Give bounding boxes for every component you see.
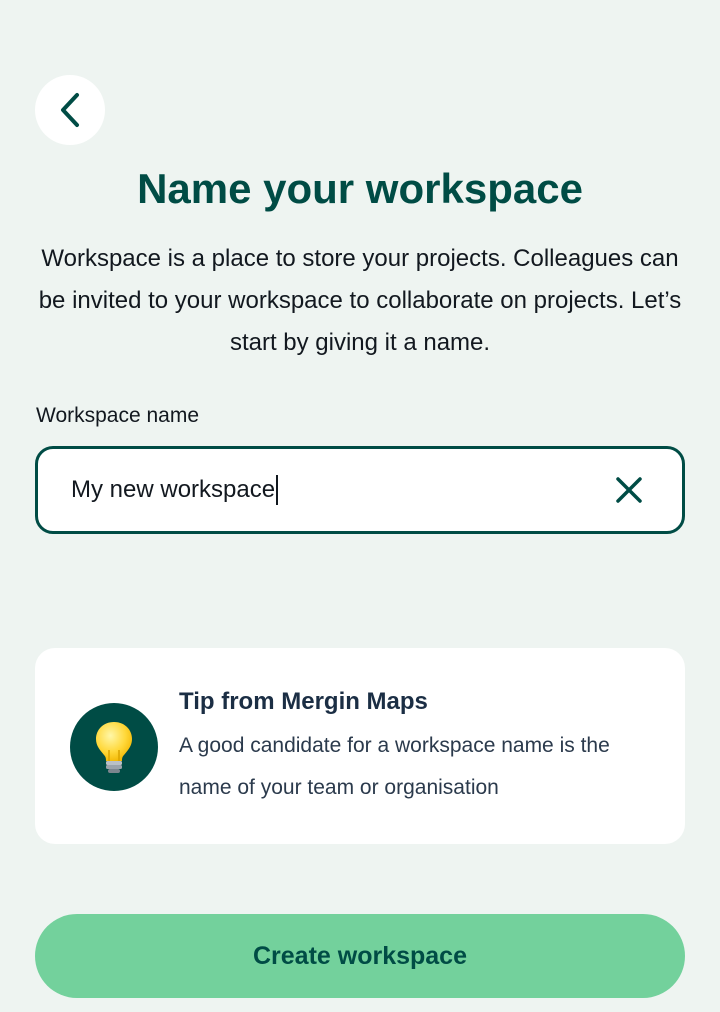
- tip-title: Tip from Mergin Maps: [179, 688, 428, 715]
- workspace-name-input[interactable]: My new workspace: [35, 446, 685, 534]
- back-button[interactable]: [35, 75, 105, 145]
- chevron-left-icon: [61, 93, 79, 127]
- create-workspace-button[interactable]: Create workspace: [35, 914, 685, 998]
- tip-card: Tip from Mergin Maps A good candidate fo…: [35, 648, 685, 844]
- page-title: Name your workspace: [137, 165, 583, 212]
- workspace-name-label: Workspace name: [36, 404, 200, 427]
- workspace-name-value-wrap[interactable]: My new workspace: [71, 475, 278, 505]
- text-caret: [276, 475, 278, 505]
- lightbulb-icon: [96, 722, 132, 773]
- close-icon: [616, 477, 642, 503]
- tip-icon-badge: [70, 703, 158, 791]
- tip-text: A good candidate for a workspace name is…: [179, 734, 610, 799]
- clear-input-button[interactable]: [614, 475, 644, 505]
- workspace-name-value[interactable]: My new workspace: [71, 476, 275, 504]
- page-description: Workspace is a place to store your proje…: [38, 245, 682, 356]
